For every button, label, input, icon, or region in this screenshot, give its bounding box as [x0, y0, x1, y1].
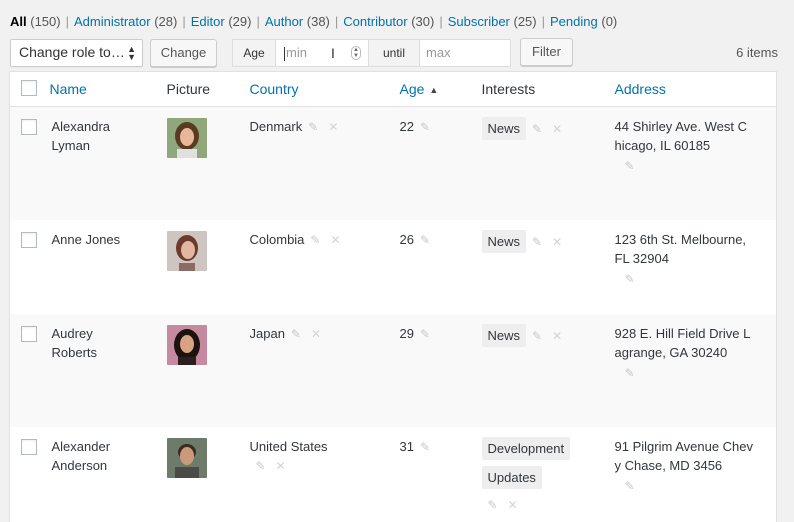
user-country: United States	[249, 438, 328, 454]
edit-pencil-icon[interactable]: ✎	[308, 118, 318, 137]
age-range-filter: Age min I ▲ ▼ until max	[232, 39, 511, 67]
user-country: Colombia	[249, 231, 305, 247]
edit-pencil-icon[interactable]: ✎	[615, 270, 777, 289]
user-address-line1: 123 6th St. Melbourne,	[614, 231, 747, 247]
table-row: Anne Jones Colombia ✎ ✕ 26 ✎ News ✎ ✕ 123 6th…	[10, 220, 777, 314]
clear-x-icon[interactable]: ✕	[552, 233, 562, 252]
edit-pencil-icon[interactable]: ✎	[615, 364, 777, 383]
user-last-name: Anderson	[51, 457, 108, 473]
view-author[interactable]: Author (38)	[265, 14, 330, 29]
table-row: Alexandra Lyman Denmark ✎ ✕ 22 ✎ News ✎ ✕ 44 S…	[9, 106, 777, 220]
edit-pencil-icon[interactable]: ✎	[256, 457, 266, 476]
avatar	[166, 230, 207, 271]
user-address-line1: 91 Pilgrim Avenue Chev	[614, 438, 754, 454]
text-cursor-icon: I	[331, 45, 335, 61]
view-subscriber[interactable]: Subscriber (25)	[448, 14, 537, 29]
user-address-line1: 928 E. Hill Field Drive L	[614, 325, 751, 341]
clear-x-icon[interactable]: ✕	[552, 327, 562, 346]
interest-tag: Updates	[481, 465, 542, 489]
clear-x-icon[interactable]: ✕	[311, 325, 321, 344]
edit-pencil-icon[interactable]: ✎	[291, 325, 301, 344]
view-editor[interactable]: Editor (29)	[191, 14, 252, 29]
sort-ascending-icon: ▲	[429, 85, 439, 95]
select-all-checkbox-cell	[9, 71, 44, 107]
table-nav: Change role to… ▲ ▼ Change Age min I ▲ ▼ u…	[0, 38, 794, 68]
avatar	[166, 437, 207, 478]
edit-pencil-icon[interactable]: ✎	[420, 438, 430, 457]
avatar	[166, 118, 207, 158]
items-count: 6 items	[736, 45, 778, 60]
user-age: 22	[399, 119, 414, 134]
user-country: Denmark	[249, 119, 303, 134]
edit-pencil-icon[interactable]: ✎	[310, 231, 320, 250]
user-address-line2: y Chase, MD 3456	[614, 457, 723, 473]
view-pending[interactable]: Pending (0)	[550, 14, 617, 29]
clear-x-icon[interactable]: ✕	[328, 118, 338, 137]
avatar	[166, 324, 207, 365]
user-address-line2: agrange, GA 30240	[614, 344, 728, 360]
column-interests-header: Interests	[481, 81, 536, 97]
user-first-name: Alexandra	[51, 119, 111, 134]
column-name-header[interactable]: Name	[50, 81, 87, 97]
row-checkbox[interactable]	[21, 119, 37, 135]
user-first-name: Anne Jones	[51, 231, 121, 247]
interest-tag: News	[481, 117, 527, 140]
edit-pencil-icon[interactable]: ✎	[532, 233, 542, 252]
until-label: until	[368, 40, 420, 66]
filter-button[interactable]: Filter	[520, 38, 573, 66]
user-country: Japan	[249, 325, 285, 341]
user-first-name: Alexander	[51, 438, 111, 454]
view-all[interactable]: All (150)	[10, 14, 61, 29]
select-arrows-icon: ▲ ▼	[127, 44, 136, 62]
age-label: Age	[233, 40, 276, 66]
user-address-line2: hicago, IL 60185	[614, 138, 711, 153]
edit-pencil-icon[interactable]: ✎	[488, 496, 498, 515]
user-address-line1: 44 Shirley Ave. West C	[614, 119, 747, 134]
edit-pencil-icon[interactable]: ✎	[420, 325, 430, 344]
table-row: Alexander Anderson United States ✎ ✕ 31 ✎ De…	[10, 427, 777, 522]
user-last-name: Lyman	[51, 138, 91, 153]
edit-pencil-icon[interactable]: ✎	[420, 231, 430, 250]
interest-tag: Development	[481, 436, 571, 460]
column-country-header[interactable]: Country	[250, 81, 299, 97]
column-age-header[interactable]: Age	[400, 81, 425, 97]
user-age: 26	[399, 231, 414, 247]
edit-pencil-icon[interactable]: ✎	[420, 118, 430, 137]
interest-tag: News	[481, 323, 527, 347]
view-contributor[interactable]: Contributor (30)	[343, 14, 434, 29]
user-last-name: Roberts	[51, 344, 98, 360]
change-role-select[interactable]: Change role to… ▲ ▼	[10, 39, 143, 67]
edit-pencil-icon[interactable]: ✎	[615, 157, 777, 176]
clear-x-icon[interactable]: ✕	[276, 457, 286, 476]
user-age: 29	[399, 325, 414, 341]
clear-x-icon[interactable]: ✕	[552, 120, 562, 139]
edit-pencil-icon[interactable]: ✎	[532, 327, 542, 346]
users-table: Name Picture Country Age ▲ Interests Addr…	[9, 71, 777, 522]
clear-x-icon[interactable]: ✕	[330, 231, 340, 250]
clear-x-icon[interactable]: ✕	[508, 496, 518, 515]
column-address-header[interactable]: Address	[615, 81, 666, 97]
select-all-checkbox[interactable]	[21, 79, 37, 96]
change-role-button[interactable]: Change	[150, 39, 217, 67]
row-checkbox[interactable]	[21, 325, 37, 342]
age-max-input[interactable]: max	[420, 40, 510, 66]
edit-pencil-icon[interactable]: ✎	[532, 120, 542, 139]
interest-tag: News	[481, 229, 527, 253]
user-first-name: Audrey	[51, 325, 93, 341]
table-row: Audrey Roberts Japan ✎ ✕ 29 ✎ News ✎ ✕ 928 E. …	[9, 313, 777, 427]
user-age: 31	[399, 438, 414, 454]
row-checkbox[interactable]	[21, 231, 37, 248]
column-picture-header: Picture	[166, 81, 211, 97]
view-administrator[interactable]: Administrator (28)	[74, 14, 177, 29]
row-checkbox[interactable]	[21, 438, 37, 455]
role-filter-views: All (150) | Administrator (28) | Editor (29)…	[10, 14, 618, 29]
edit-pencil-icon[interactable]: ✎	[615, 477, 777, 496]
spinner-icon[interactable]: ▲ ▼	[351, 46, 361, 60]
user-address-line2: FL 32904	[614, 250, 669, 266]
